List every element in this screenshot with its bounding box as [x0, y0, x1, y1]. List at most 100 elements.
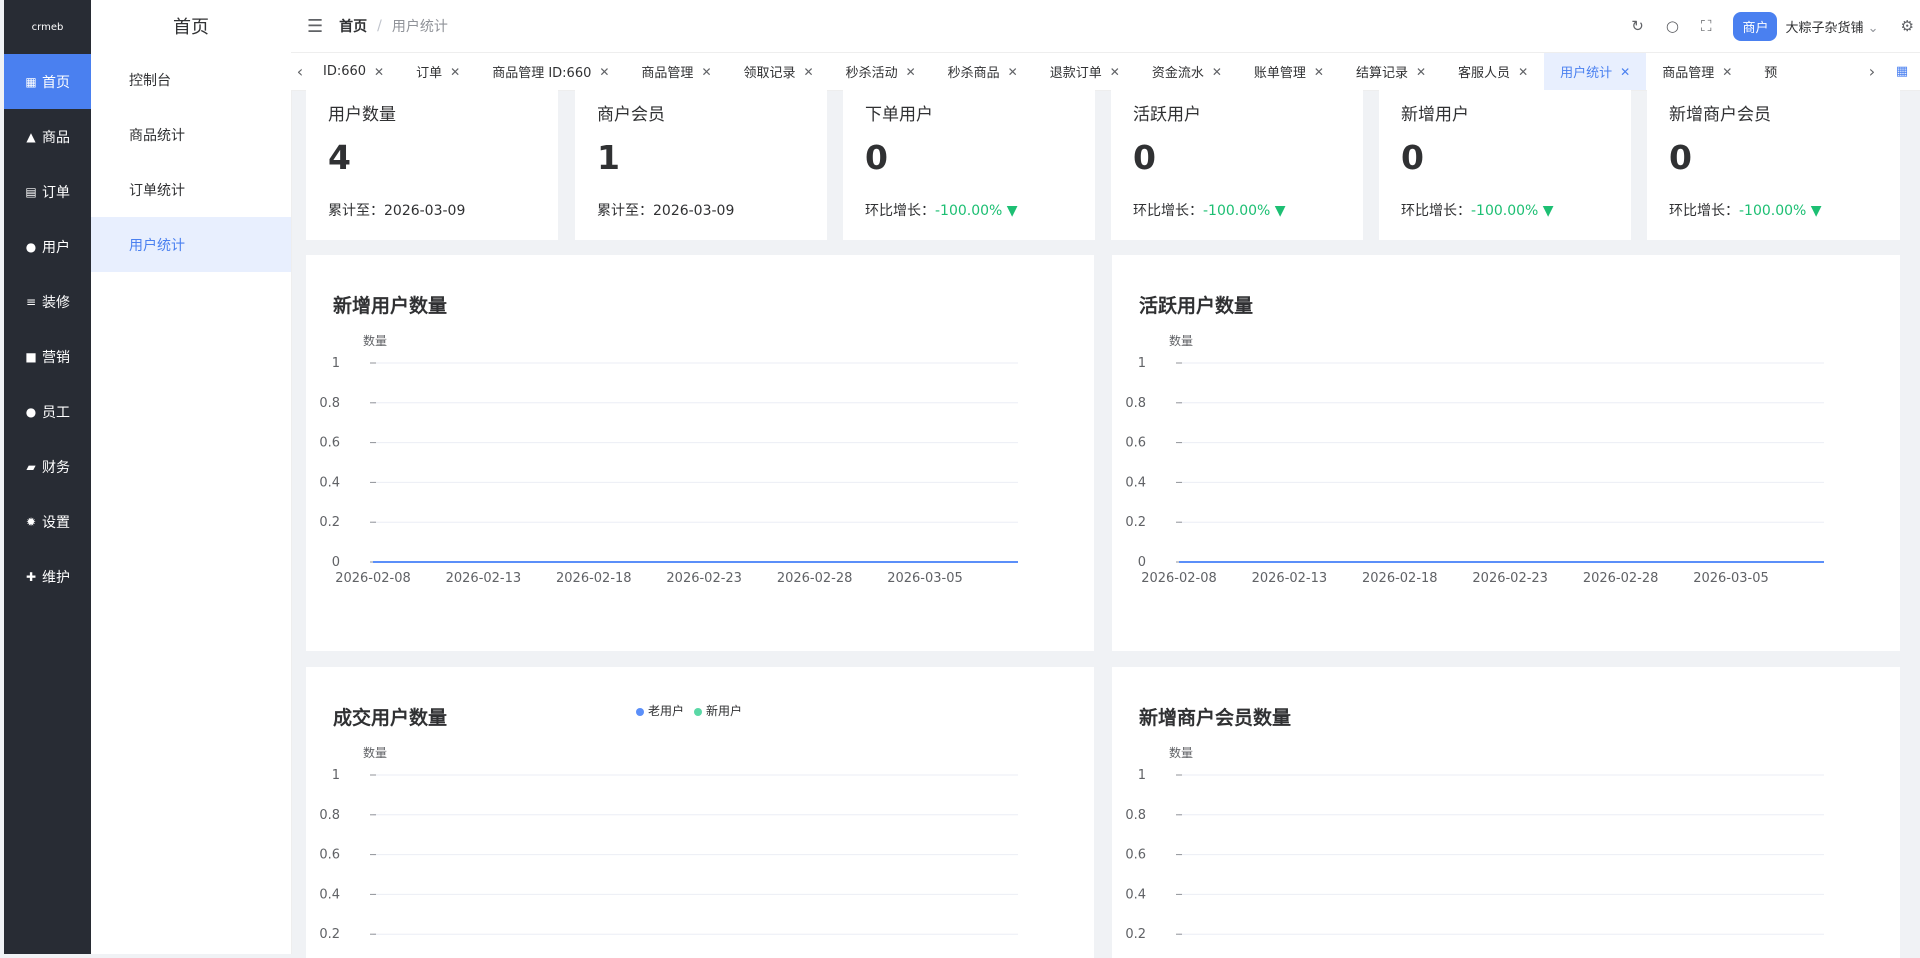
close-icon[interactable]: ✕ [804, 65, 814, 79]
close-icon[interactable]: ✕ [1314, 65, 1324, 79]
tab-product-mgmt-id660[interactable]: 商品管理 ID:660 ✕ [476, 53, 625, 90]
breadcrumb-home[interactable]: 首页 [339, 16, 367, 36]
tab-refund-orders[interactable]: 退款订单 ✕ [1034, 53, 1136, 90]
search-icon[interactable]: ○ [1666, 17, 1679, 35]
breadcrumb-current: 用户统计 [391, 19, 448, 35]
tab-product-mgmt[interactable]: 商品管理 ✕ [625, 53, 727, 90]
submenu-item-order-stats[interactable]: 订单统计 [91, 162, 291, 217]
y-tick-label: 0.8 [1125, 808, 1146, 823]
stat-value: 0 [1669, 138, 1692, 177]
y-tick-label: 1 [1138, 356, 1146, 371]
tab-flash-sale[interactable]: 秒杀活动 ✕ [830, 53, 932, 90]
merchant-badge[interactable]: 商户 [1733, 11, 1778, 41]
stat-footer-value: 2026-03-09 [653, 203, 735, 219]
fullscreen-icon[interactable]: ⛶ [1701, 17, 1712, 35]
submenu-item-user-stats[interactable]: 用户统计 [91, 217, 291, 272]
chart-svg: 数量 1 0.8 0.6 0.4 0.2 [319, 745, 1018, 942]
shop-name-dropdown[interactable]: 大粽子杂货铺 ⌄ [1785, 17, 1878, 36]
tab-fund-flow[interactable]: 资金流水 ✕ [1136, 53, 1238, 90]
tab-label: 退款订单 [1049, 66, 1102, 81]
tab-label: 商品管理 ID:660 [492, 66, 592, 81]
stat-label: 商户会员 [597, 105, 665, 125]
stat-footer: 环比增长：-100.00% ▼ [1133, 200, 1286, 220]
tab-label: 结算记录 [1355, 66, 1408, 81]
tab-label: 订单 [416, 66, 443, 81]
submenu-item-dashboard[interactable]: 控制台 [91, 52, 291, 107]
tab-product-mgmt-2[interactable]: 商品管理 ✕ [1646, 53, 1748, 90]
x-tick-label: 2026-02-18 [556, 571, 632, 586]
tab-bill-mgmt[interactable]: 账单管理 ✕ [1238, 53, 1340, 90]
x-tick-label: 2026-02-13 [1252, 571, 1328, 586]
close-icon[interactable]: ✕ [450, 65, 460, 79]
y-tick-label: 0.4 [319, 475, 340, 490]
wrench-icon: ✚ [25, 569, 37, 584]
close-icon[interactable]: ✕ [599, 65, 609, 79]
chevron-left-icon[interactable]: ‹ [291, 53, 309, 90]
stat-card-user-count: 用户数量 4 累计至：2026-03-09 [306, 90, 558, 240]
rail-item-finance[interactable]: ▰ 财务 [4, 439, 91, 494]
rail-item-label: 订单 [42, 184, 70, 201]
x-tick-label: 2026-02-08 [335, 571, 411, 586]
stat-value: 1 [597, 138, 620, 177]
trend-down-icon: ▼ [1006, 203, 1018, 219]
tab-settlement[interactable]: 结算记录 ✕ [1340, 53, 1442, 90]
rail-item-decoration[interactable]: ≡ 装修 [4, 274, 91, 329]
x-tick-label: 2026-02-28 [777, 571, 853, 586]
close-icon[interactable]: ✕ [1212, 65, 1222, 79]
rail-item-settings[interactable]: ✹ 设置 [4, 494, 91, 549]
grid-icon: ▦ [25, 74, 37, 89]
close-icon[interactable]: ✕ [1518, 65, 1528, 79]
tab-truncated[interactable]: 预 [1748, 53, 1793, 90]
tab-label: 商品管理 [1662, 66, 1715, 81]
x-tick-label: 2026-02-13 [446, 571, 522, 586]
stat-footer-label: 累计至： [597, 203, 653, 219]
settings-icon[interactable]: ⚙ [1901, 17, 1914, 35]
tab-id660[interactable]: ID:660 ✕ [307, 53, 400, 90]
y-axis-label: 数量 [363, 745, 387, 760]
submenu-title: 首页 [173, 17, 209, 38]
y-tick-label: 0.8 [319, 808, 340, 823]
submenu-item-product-stats[interactable]: 商品统计 [91, 107, 291, 162]
stat-footer-value: -100.00% [1203, 203, 1271, 219]
rail-item-maintenance[interactable]: ✚ 维护 [4, 549, 91, 604]
tab-orders[interactable]: 订单 ✕ [400, 53, 476, 90]
stat-card-new-users: 新增用户 0 环比增长：-100.00% ▼ [1379, 90, 1631, 240]
tab-list: ID:660 ✕ 订单 ✕ 商品管理 ID:660 ✕ 商品管理 ✕ 领取记录 ✕ 秒杀活… [307, 53, 1793, 90]
close-icon[interactable]: ✕ [374, 65, 384, 79]
rail-item-home[interactable]: ▦ 首页 [4, 54, 91, 109]
y-tick-label: 0.6 [1125, 436, 1146, 451]
refresh-icon[interactable]: ↻ [1631, 17, 1644, 35]
close-icon[interactable]: ✕ [701, 65, 711, 79]
shop-icon: ■ [25, 349, 37, 364]
close-icon[interactable]: ✕ [1722, 65, 1732, 79]
trend-down-icon: ▼ [1274, 203, 1286, 219]
rail-item-users[interactable]: ● 用户 [4, 219, 91, 274]
tab-claim-records[interactable]: 领取记录 ✕ [728, 53, 830, 90]
close-icon[interactable]: ✕ [1620, 65, 1630, 79]
tab-label: 预 [1764, 66, 1778, 81]
tab-flash-products[interactable]: 秒杀商品 ✕ [932, 53, 1034, 90]
rail-item-marketing[interactable]: ■ 营销 [4, 329, 91, 384]
tab-grid-icon[interactable]: ▦ [1893, 53, 1911, 90]
close-icon[interactable]: ✕ [1110, 65, 1120, 79]
rail-item-staff[interactable]: ● 员工 [4, 384, 91, 439]
close-icon[interactable]: ✕ [906, 65, 916, 79]
chart-svg: 数量 1 0.8 0.6 0.4 0.2 02026-02-08 2026-02-13 2026… [319, 333, 1018, 586]
stat-card-new-merchant-members: 新增商户会员 0 环比增长：-100.00% ▼ [1647, 90, 1900, 240]
logo: crmeb [31, 21, 64, 33]
close-icon[interactable]: ✕ [1008, 65, 1018, 79]
close-icon[interactable]: ✕ [1416, 65, 1426, 79]
rail-item-orders[interactable]: ▤ 订单 [4, 164, 91, 219]
tab-customer-service[interactable]: 客服人员 ✕ [1442, 53, 1544, 90]
rail-item-products[interactable]: ▲ 商品 [4, 109, 91, 164]
chart-panel-new-merchant-members: 新增商户会员数量 数量 1 0.8 0.6 0.4 0.2 [1112, 667, 1900, 958]
chevron-right-icon[interactable]: › [1863, 53, 1881, 90]
tab-user-stats[interactable]: 用户统计 ✕ [1544, 53, 1647, 90]
tab-label: 秒杀活动 [845, 66, 898, 81]
shop-name-label: 大粽子杂货铺 [1785, 20, 1864, 36]
tab-bar: ‹ ID:660 ✕ 订单 ✕ 商品管理 ID:660 ✕ 商品管理 ✕ 领取记录 ✕ 秒… [291, 53, 1920, 91]
doc-icon: ▤ [25, 184, 37, 199]
y-tick-label: 0.4 [1125, 887, 1146, 902]
y-tick-label: 0.2 [319, 927, 340, 942]
hamburger-icon[interactable]: ☰ [307, 16, 323, 37]
